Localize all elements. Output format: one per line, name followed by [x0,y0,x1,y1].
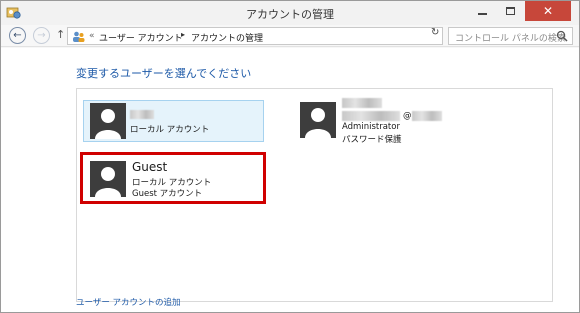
back-button[interactable]: ← [9,27,26,44]
forward-button[interactable]: → [33,27,50,44]
search-input[interactable]: コントロール パネルの検索 [448,27,573,45]
up-arrow-icon: ↑ [56,28,66,41]
user-avatar-icon [90,103,126,139]
account-tile-administrator[interactable]: @ Administrator パスワード保護 [293,91,474,145]
account-management-window: アカウントの管理 ✕ ← → ↑ « ユーザー アカウント ▸ アカウントの管理… [0,0,580,313]
close-button[interactable]: ✕ [525,1,571,21]
redacted-account-name [342,98,382,108]
user-avatar-icon [300,102,336,138]
address-bar[interactable]: « ユーザー アカウント ▸ アカウントの管理 ⌄ [67,27,494,45]
search-placeholder: コントロール パネルの検索 [455,34,566,44]
redacted-account-email [342,111,400,121]
navigation-bar: ← → ↑ « ユーザー アカウント ▸ アカウントの管理 ⌄ ↻ コントロール… [1,25,579,47]
minimize-button[interactable] [469,1,496,21]
maximize-icon [506,7,515,15]
search-icon[interactable] [556,30,568,42]
back-arrow-icon: ← [13,30,22,41]
email-at-sign: @ [403,111,412,121]
breadcrumb-user-accounts[interactable]: ユーザー アカウント [99,31,183,44]
account-tile-local[interactable]: ローカル アカウント [83,100,264,142]
account-type-label: Administrator [342,122,400,132]
page-heading: 変更するユーザーを選んでください [76,67,252,80]
minimize-icon [478,13,487,15]
redacted-account-name [130,110,154,119]
up-button[interactable]: ↑ [56,28,65,41]
breadcrumb-overflow-icon[interactable]: « [89,31,95,41]
close-icon: ✕ [542,4,554,18]
title-bar[interactable]: アカウントの管理 ✕ [1,1,579,25]
account-type-label: ローカル アカウント [130,125,210,135]
forward-arrow-icon: → [37,30,46,41]
maximize-button[interactable] [497,1,524,21]
add-user-account-link[interactable]: ユーザー アカウントの追加 [76,296,181,308]
refresh-button[interactable]: ↻ [431,27,445,43]
password-protected-label: パスワード保護 [342,135,402,145]
user-accounts-icon [73,31,85,42]
breadcrumb-arrow-icon[interactable]: ▸ [181,30,185,39]
refresh-icon: ↻ [431,27,440,38]
guest-highlight-box [80,152,266,204]
breadcrumb-manage-accounts[interactable]: アカウントの管理 [191,31,263,44]
redacted-email-domain [412,111,442,121]
